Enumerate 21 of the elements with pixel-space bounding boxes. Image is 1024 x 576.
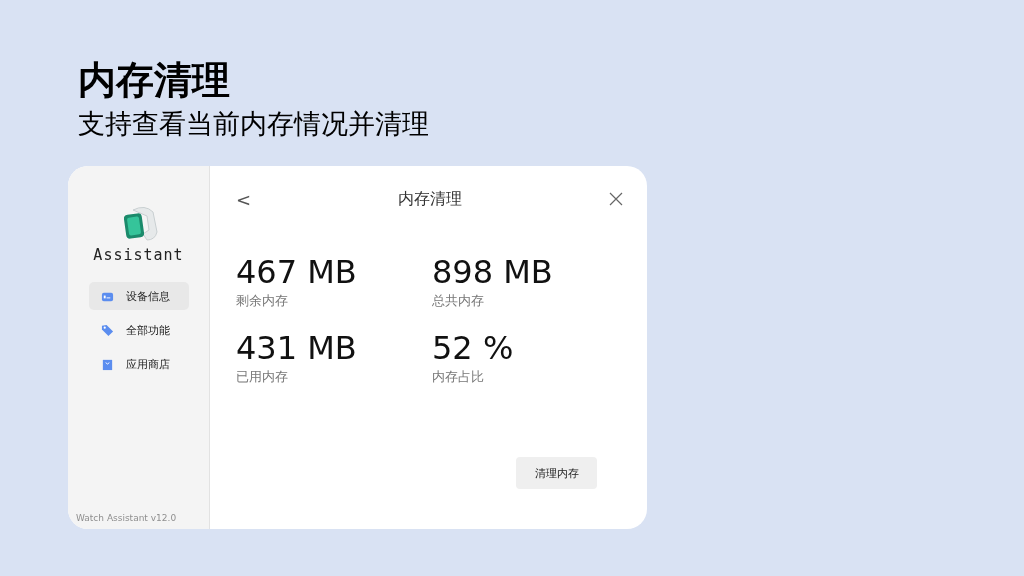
nav-item[interactable]: 设备信息 [88,282,189,310]
stat-value: 431 MB [236,330,358,366]
stat-label: 剩余内存 [236,292,289,310]
nav-item[interactable]: 应用商店 [88,350,189,378]
version-text: Watch Assistant v12.0 [75,513,177,523]
tag-icon [100,323,114,337]
close-icon[interactable] [609,192,623,206]
stat-value: 898 MB [432,254,554,290]
panel-title: 内存清理 [398,188,463,210]
clean-memory-button[interactable]: 清理内存 [516,457,597,489]
page-subtitle: 支持查看当前内存情况并清理 [78,107,430,141]
back-button[interactable]: < [236,188,252,210]
brand-name: Assistant [93,246,184,264]
page-title: 内存清理 [78,57,231,104]
stat-label: 总共内存 [432,292,485,310]
nav-item[interactable]: 全部功能 [88,316,189,344]
stat-value: 52 % [432,330,515,366]
stat-label: 内存占比 [432,368,485,386]
stat-label: 已用内存 [236,368,289,386]
bag-icon [100,357,114,371]
stat-value: 467 MB [236,254,358,290]
